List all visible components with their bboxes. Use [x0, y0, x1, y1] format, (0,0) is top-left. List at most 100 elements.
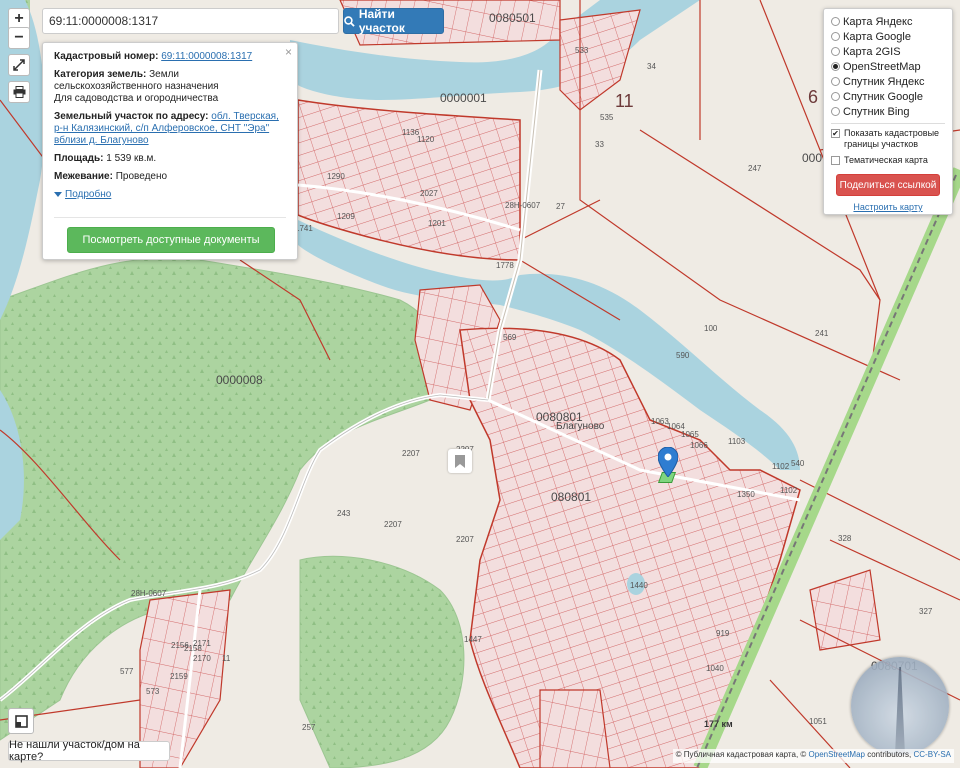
bookmark-button[interactable] — [448, 449, 472, 473]
cadastral-number-row: Кадастровый номер: 69:11:0000008:1317 — [54, 51, 286, 63]
basemap-option[interactable]: Карта 2GIS — [831, 44, 945, 59]
fullscreen-icon — [14, 714, 28, 728]
radio-icon[interactable] — [831, 62, 840, 71]
map-label: 11 — [615, 91, 634, 111]
basemap-option[interactable]: Карта Яндекс — [831, 14, 945, 29]
map-label: 1447 — [464, 635, 482, 644]
radio-icon[interactable] — [831, 32, 840, 41]
parcel-block — [539, 689, 611, 768]
map-label: 540 — [791, 459, 805, 468]
show-cadastral-borders-checkbox[interactable]: ✔ Показать кадастровые границы участков — [831, 128, 945, 150]
area-label: Площадь: — [54, 153, 104, 164]
expand-button[interactable] — [8, 54, 30, 76]
radio-icon[interactable] — [831, 107, 840, 116]
basemap-option[interactable]: Карта Google — [831, 29, 945, 44]
area-value: 1 539 кв.м. — [106, 153, 157, 164]
parcel-info-panel: × Кадастровый номер: 69:11:0000008:1317 … — [42, 42, 298, 260]
location-pin-icon[interactable] — [658, 447, 678, 477]
print-button[interactable] — [8, 81, 30, 103]
share-link-button[interactable]: Поделиться ссылкой — [836, 174, 940, 196]
map-label: 1040 — [706, 664, 724, 673]
map-label: 577 — [120, 667, 134, 676]
checkbox-box[interactable]: ✔ — [831, 129, 840, 138]
expand-icon — [13, 59, 25, 71]
not-found-on-map-button[interactable]: Не нашли участок/дом на карте? — [8, 739, 170, 763]
basemap-option[interactable]: Спутник Bing — [831, 104, 945, 119]
map-label: 1290 — [327, 172, 345, 181]
map-label: 2170 — [193, 654, 211, 663]
configure-map-link[interactable]: Настроить карту — [831, 202, 945, 212]
search-icon — [344, 15, 355, 27]
address-label: Земельный участок по адресу: — [54, 111, 209, 122]
map-label: 919 — [716, 629, 730, 638]
basemap-option-label: Спутник Яндекс — [843, 75, 925, 88]
map-label: 33 — [595, 140, 604, 149]
map-label: 1440 — [630, 581, 648, 590]
more-details-link[interactable]: Подробно — [54, 189, 286, 201]
map-label: 2159 — [170, 672, 188, 681]
map-label: 1778 — [496, 261, 514, 270]
more-details-label: Подробно — [65, 189, 112, 200]
radio-icon[interactable] — [831, 92, 840, 101]
checkbox-box[interactable] — [831, 156, 840, 165]
cadastral-number-link[interactable]: 69:11:0000008:1317 — [161, 51, 252, 62]
osm-link[interactable]: OpenStreetMap — [809, 750, 865, 759]
map-label: 0000008 — [216, 373, 263, 387]
attribution-contributors: contributors, — [867, 750, 912, 759]
view-documents-button[interactable]: Посмотреть доступные документы — [67, 227, 275, 253]
basemap-option-label: Карта 2GIS — [843, 45, 901, 58]
map-label: 2207 — [384, 520, 402, 529]
map-attribution: © Публичная кадастровая карта, © OpenStr… — [672, 749, 954, 763]
map-label: 2207 — [402, 449, 420, 458]
attribution-prefix: © Публичная кадастровая карта, © — [675, 750, 807, 759]
map-label: Благуново — [556, 421, 605, 432]
print-icon — [13, 86, 25, 98]
find-parcel-button[interactable]: Найти участок — [343, 7, 444, 35]
cadastral-number-label: Кадастровый номер: — [54, 51, 159, 62]
map-label: 590 — [676, 351, 690, 360]
map-label: 257 — [302, 723, 316, 732]
map-label: 2207 — [456, 535, 474, 544]
map-label: 0000001 — [440, 91, 487, 105]
map-label: 243 — [337, 509, 351, 518]
survey-value: Проведено — [115, 171, 168, 182]
radio-icon[interactable] — [831, 17, 840, 26]
fullscreen-button[interactable] — [8, 708, 34, 734]
map-label: 34 — [647, 62, 656, 71]
land-category-label: Категория земель: — [54, 69, 147, 80]
map-label: 241 — [815, 329, 829, 338]
map-label: 328 — [838, 534, 852, 543]
map-label: 1120 — [417, 135, 435, 144]
radio-icon[interactable] — [831, 77, 840, 86]
address-row: Земельный участок по адресу: обл. Тверск… — [54, 111, 286, 147]
survey-label: Межевание: — [54, 171, 113, 182]
basemap-option-label: Спутник Bing — [843, 105, 910, 118]
divider — [54, 217, 286, 218]
zoom-out-button[interactable]: − — [8, 27, 30, 49]
map-layers-panel: Карта Яндекс Карта Google Карта 2GIS OpenSt… — [823, 8, 953, 215]
map-label: 327 — [919, 607, 933, 616]
panorama-thumbnail[interactable] — [851, 657, 949, 755]
map-label: 1102 — [780, 486, 798, 495]
cadastral-search-input[interactable] — [42, 8, 339, 34]
map-label: 1065 — [681, 430, 699, 439]
map-label: 1209 — [337, 212, 355, 221]
map-label: 1350 — [737, 490, 755, 499]
map-label: 1066 — [690, 441, 708, 450]
map-label: 573 — [146, 687, 160, 696]
map-label: 1103 — [728, 437, 746, 446]
basemap-option[interactable]: Спутник Google — [831, 89, 945, 104]
thematic-map-checkbox[interactable]: Тематическая карта — [831, 155, 945, 166]
radio-icon[interactable] — [831, 47, 840, 56]
basemap-option[interactable]: Спутник Яндекс — [831, 74, 945, 89]
basemap-option[interactable]: OpenStreetMap — [831, 59, 945, 74]
land-use-value: Для садоводства и огородничества — [54, 93, 219, 104]
map-label: 6 — [808, 87, 819, 107]
map-label: 247 — [748, 164, 762, 173]
license-link[interactable]: CC-BY-SA — [914, 750, 952, 759]
basemap-option-label: OpenStreetMap — [843, 60, 921, 73]
close-icon[interactable]: × — [285, 46, 292, 58]
map-label: 000 — [802, 151, 823, 165]
map-label: 1051 — [809, 717, 827, 726]
caret-down-icon — [54, 192, 62, 197]
